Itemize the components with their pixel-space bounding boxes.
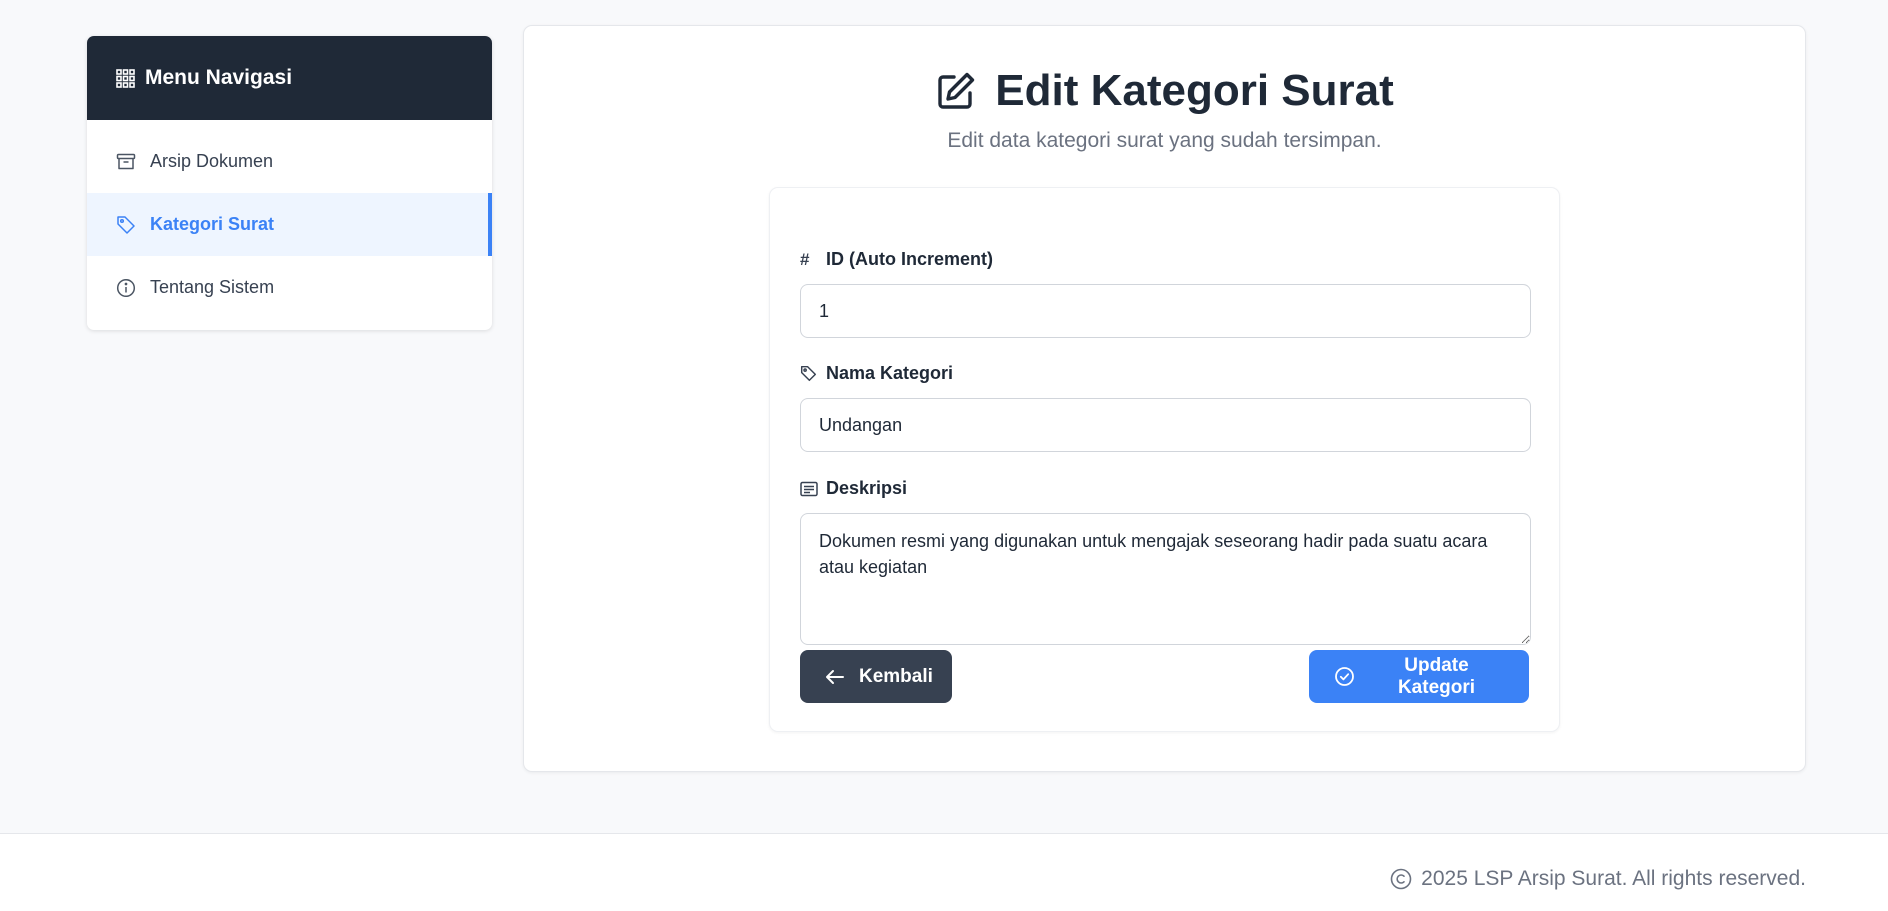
footer-text: 2025 LSP Arsip Surat. All rights reserve… bbox=[1421, 867, 1806, 890]
footer-copyright: 2025 LSP Arsip Surat. All rights reserve… bbox=[1390, 867, 1806, 891]
sidebar-item-label: Kategori Surat bbox=[150, 214, 275, 234]
copyright-icon bbox=[1390, 868, 1412, 890]
grid-icon bbox=[116, 68, 135, 88]
sidebar-item-tentang-sistem[interactable]: Tentang Sistem bbox=[87, 256, 492, 319]
tag-icon bbox=[116, 215, 136, 235]
page-title: Edit Kategori Surat bbox=[524, 66, 1805, 116]
info-icon bbox=[116, 278, 136, 298]
id-field-label: # ID (Auto Increment) bbox=[800, 249, 993, 270]
tag-icon bbox=[800, 365, 826, 382]
sidebar: Menu Navigasi Arsip Dokumen Kategori Sur… bbox=[87, 36, 492, 330]
sidebar-item-label: Arsip Dokumen bbox=[150, 151, 274, 171]
description-textarea[interactable]: Dokumen resmi yang digunakan untuk menga… bbox=[800, 513, 1531, 645]
sidebar-list: Arsip Dokumen Kategori Surat Tentang Sis… bbox=[87, 120, 492, 330]
footer: 2025 LSP Arsip Surat. All rights reserve… bbox=[0, 833, 1888, 911]
update-category-button[interactable]: Update Kategori bbox=[1309, 650, 1529, 703]
edit-icon bbox=[935, 70, 977, 112]
update-button-label: Update Kategori bbox=[1397, 654, 1476, 698]
sidebar-item-kategori-surat[interactable]: Kategori Surat bbox=[87, 193, 492, 256]
category-name-input[interactable] bbox=[800, 398, 1531, 452]
edit-category-form: # ID (Auto Increment) Nama Kategori Desk… bbox=[769, 187, 1560, 732]
id-field-label-text: ID (Auto Increment) bbox=[826, 249, 994, 269]
sidebar-header: Menu Navigasi bbox=[87, 36, 492, 120]
id-input[interactable] bbox=[800, 284, 1531, 338]
check-circle-icon bbox=[1334, 666, 1355, 687]
archive-icon bbox=[116, 152, 136, 172]
main-card: Edit Kategori Surat Edit data kategori s… bbox=[523, 25, 1806, 772]
name-field-label-text: Nama Kategori bbox=[826, 363, 954, 383]
back-button[interactable]: Kembali bbox=[800, 650, 952, 703]
sidebar-item-label: Tentang Sistem bbox=[150, 277, 275, 297]
description-field-label-text: Deskripsi bbox=[826, 478, 908, 498]
page-subtitle: Edit data kategori surat yang sudah ters… bbox=[947, 129, 1382, 152]
sidebar-item-arsip-dokumen[interactable]: Arsip Dokumen bbox=[87, 130, 492, 193]
page-title-text: Edit Kategori Surat bbox=[995, 66, 1394, 115]
back-button-label: Kembali bbox=[859, 665, 933, 687]
arrow-left-icon bbox=[825, 669, 845, 685]
sidebar-title: Menu Navigasi bbox=[145, 66, 293, 89]
document-text-icon bbox=[800, 481, 826, 497]
description-field-label: Deskripsi bbox=[800, 478, 907, 499]
hash-icon: # bbox=[800, 249, 810, 269]
name-field-label: Nama Kategori bbox=[800, 363, 953, 384]
